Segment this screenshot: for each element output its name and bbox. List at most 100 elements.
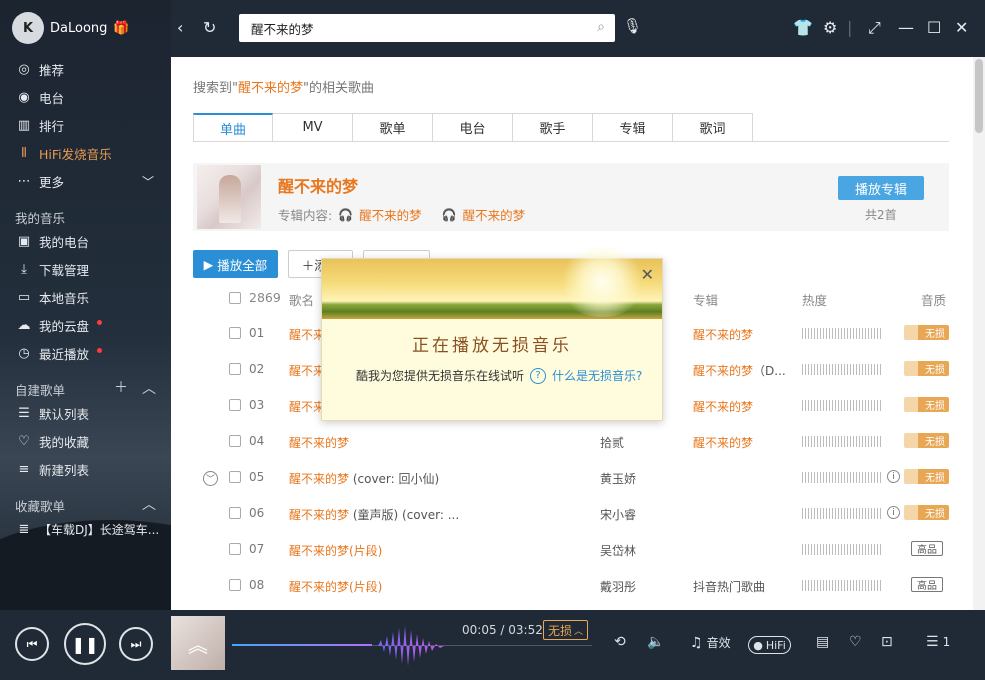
main-scrollbar[interactable] — [973, 57, 985, 610]
table-row[interactable]: 08 醒不来的梦(片段) 戴羽彤 抖音热门歌曲 高品 — [171, 567, 973, 603]
row-checkbox[interactable] — [229, 579, 241, 591]
col-heat[interactable]: 热度 — [802, 290, 827, 309]
refresh-icon[interactable]: ↻ — [203, 18, 216, 37]
sidebar-item-favorites[interactable]: ♡ 我的收藏 — [0, 428, 171, 454]
row-checkbox[interactable] — [229, 399, 241, 411]
sound-effects-button[interactable]: ♫ 音效 — [690, 634, 731, 651]
pause-button[interactable]: ❚❚ — [64, 623, 106, 665]
volume-icon[interactable]: 🔈 — [647, 634, 664, 650]
song-artist[interactable]: 宋小睿 — [600, 506, 636, 523]
info-icon[interactable]: i — [887, 470, 900, 483]
gift-icon[interactable]: 🎁 — [113, 21, 129, 36]
tab-lyrics[interactable]: 歌词 — [673, 113, 753, 142]
tab-radio[interactable]: 电台 — [433, 113, 513, 142]
table-row[interactable]: 04 醒不来的梦 拾贰 醒不来的梦 无损 — [171, 423, 973, 459]
mini-mode-icon[interactable]: ⤢ — [868, 18, 881, 38]
tab-artist[interactable]: 歌手 — [513, 113, 593, 142]
quality-badge[interactable]: 无损 — [904, 397, 949, 412]
row-checkbox[interactable] — [229, 327, 241, 339]
quality-badge[interactable]: 无损 — [904, 469, 949, 484]
row-checkbox[interactable] — [229, 435, 241, 447]
song-artist[interactable]: 吴岱林 — [600, 542, 636, 559]
loop-icon[interactable]: ⟲ — [614, 634, 626, 650]
tab-album[interactable]: 专辑 — [593, 113, 673, 142]
song-album[interactable]: 醒不来的梦 — [693, 434, 753, 451]
play-all-button[interactable]: ▶ 播放全部 — [193, 250, 278, 278]
song-album[interactable]: 抖音热门歌曲 — [693, 578, 765, 595]
col-quality[interactable]: 音质 — [921, 290, 946, 309]
tab-single[interactable]: 单曲 — [193, 113, 273, 142]
sidebar-item-recent[interactable]: ◷ 最近播放 — [0, 340, 171, 366]
lyrics-icon[interactable]: ▤ — [816, 634, 829, 650]
album-name[interactable]: 醒不来的梦 — [278, 173, 358, 197]
sidebar-item-more[interactable]: ⋯ 更多 ﹀ — [0, 168, 171, 194]
song-album[interactable]: 醒不来的梦 — [693, 326, 753, 343]
select-all-checkbox[interactable] — [229, 292, 241, 307]
chevron-up-icon[interactable]: ︿ — [142, 494, 156, 514]
song-title[interactable]: 醒不来的梦 (童声版) (cover: ... — [289, 506, 459, 523]
song-artist[interactable]: 戴羽彤 — [600, 578, 636, 595]
tab-mv[interactable]: MV — [273, 113, 353, 142]
sidebar-item-collected[interactable]: ≣ 【车载DJ】长途驾车... — [0, 516, 171, 542]
quality-badge[interactable]: 高品 — [911, 577, 943, 592]
table-row[interactable]: 06 醒不来的梦 (童声版) (cover: ... 宋小睿 i 无损 — [171, 495, 973, 531]
close-icon[interactable]: ✕ — [641, 265, 654, 284]
gear-icon[interactable]: ⚙ — [823, 18, 837, 37]
quality-badge[interactable]: 无损 — [904, 325, 949, 340]
song-title[interactable]: 醒不来的梦 — [289, 434, 349, 451]
expand-icon[interactable]: ﹀ — [203, 471, 218, 486]
song-title[interactable]: 醒不来的梦 (cover: 回小仙) — [289, 470, 439, 487]
sidebar-item-download[interactable]: ⤓ 下载管理 — [0, 256, 171, 282]
chevron-up-icon[interactable]: ︿ — [142, 378, 156, 398]
previous-button[interactable]: ⏮ — [15, 627, 49, 661]
song-album[interactable]: 醒不来的梦（D... — [693, 362, 786, 379]
sidebar-item-cloud[interactable]: ☁ 我的云盘 — [0, 312, 171, 338]
maximize-icon[interactable]: ☐ — [927, 18, 941, 37]
song-album[interactable]: 醒不来的梦 — [693, 398, 753, 415]
close-icon[interactable]: ✕ — [955, 18, 968, 37]
what-is-lossless-link[interactable]: 什么是无损音乐? — [552, 367, 642, 384]
sidebar-item-recommend[interactable]: ◎ 推荐 — [0, 56, 171, 82]
now-playing-cover[interactable]: ︽ — [171, 616, 225, 670]
back-icon[interactable]: ‹ — [177, 18, 183, 37]
col-title[interactable]: 歌名 — [289, 290, 314, 309]
quality-selector[interactable]: 无损 ︿ — [543, 620, 588, 640]
song-artist[interactable]: 拾贰 — [600, 434, 624, 451]
search-icon[interactable]: ⌕ — [597, 19, 605, 35]
skin-icon[interactable]: 👕 — [793, 18, 813, 37]
row-checkbox[interactable] — [229, 363, 241, 375]
minimize-icon[interactable]: — — [898, 18, 914, 37]
row-checkbox[interactable] — [229, 471, 241, 483]
more-icon[interactable]: ⊡ — [881, 634, 893, 650]
sidebar-item-my-radio[interactable]: ▣ 我的电台 — [0, 228, 171, 254]
chevron-down-icon[interactable]: ﹀ — [142, 173, 154, 190]
sidebar-item-local[interactable]: ▭ 本地音乐 — [0, 284, 171, 310]
add-playlist-icon[interactable]: ＋ — [114, 377, 128, 397]
tab-playlist[interactable]: 歌单 — [353, 113, 433, 142]
help-icon[interactable]: ? — [530, 367, 547, 384]
sidebar-item-rank[interactable]: ▥ 排行 — [0, 112, 171, 138]
album-song-link[interactable]: 醒不来的梦 — [359, 205, 422, 224]
sidebar-item-radio[interactable]: ◉ 电台 — [0, 84, 171, 110]
album-cover[interactable] — [197, 165, 261, 229]
row-checkbox[interactable] — [229, 543, 241, 555]
song-title[interactable]: 醒不来的梦(片段) — [289, 542, 382, 559]
row-checkbox[interactable] — [229, 507, 241, 519]
song-title[interactable]: 醒不来的梦(片段) — [289, 578, 382, 595]
sidebar-item-hifi[interactable]: ⦀ HiFi发烧音乐 — [0, 140, 171, 166]
sidebar-item-default-list[interactable]: ☰ 默认列表 — [0, 400, 171, 426]
heart-icon[interactable]: ♡ — [849, 634, 862, 650]
table-row[interactable]: ﹀ 05 醒不来的梦 (cover: 回小仙) 黄玉娇 i 无损 — [171, 459, 973, 495]
col-album[interactable]: 专辑 — [693, 290, 718, 309]
sidebar-item-new-list[interactable]: ≡ 新建列表 — [0, 456, 171, 482]
user-header[interactable]: K DaLoong 🎁 — [12, 12, 130, 44]
avatar[interactable]: K — [12, 12, 44, 44]
play-album-button[interactable]: 播放专辑 — [838, 176, 924, 200]
microphone-icon[interactable]: 🎙 — [623, 17, 642, 35]
quality-badge[interactable]: 无损 — [904, 433, 949, 448]
quality-badge[interactable]: 无损 — [904, 361, 949, 376]
hifi-toggle[interactable]: ● HiFi — [748, 636, 791, 654]
play-queue-button[interactable]: ☰ 1 — [926, 634, 950, 650]
quality-badge[interactable]: 无损 — [904, 505, 949, 520]
next-button[interactable]: ⏭ — [119, 627, 153, 661]
